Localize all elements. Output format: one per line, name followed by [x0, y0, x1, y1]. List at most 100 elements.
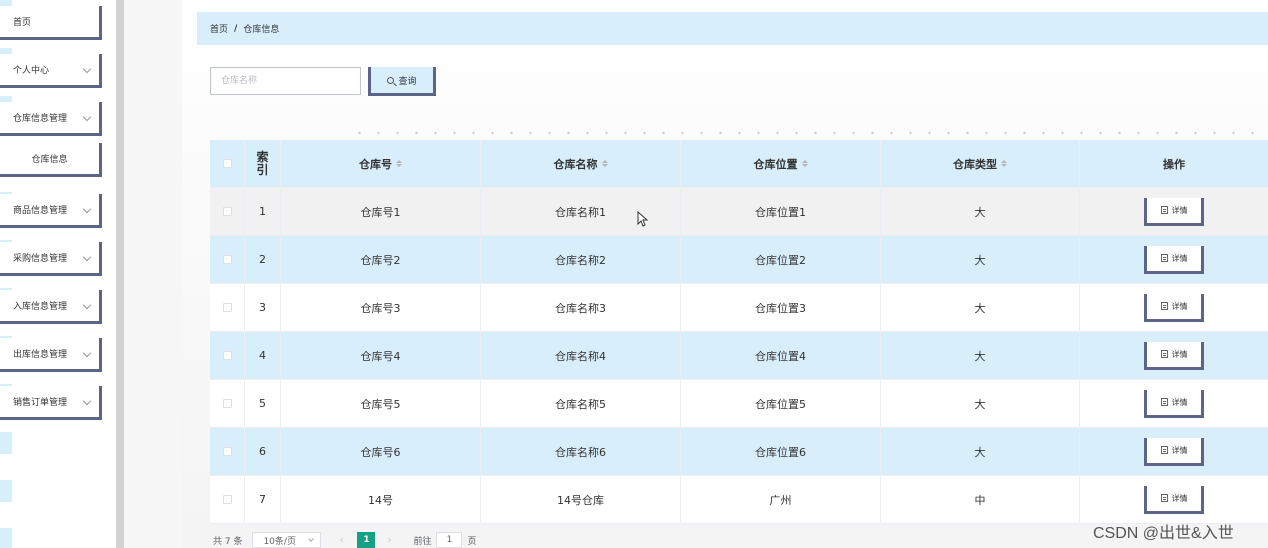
detail-button[interactable]: 详情 — [1144, 389, 1204, 418]
index-cell: 6 — [245, 428, 281, 476]
table-row: 2 仓库号2 仓库名称2 仓库位置2 大 详情 — [210, 236, 1268, 284]
actions-cell: 详情 — [1080, 428, 1268, 476]
index-cell: 2 — [245, 236, 281, 284]
sidebar-item-sales-order-management[interactable]: 销售订单管理 — [0, 386, 102, 420]
detail-button-label: 详情 — [1171, 253, 1188, 263]
row-checkbox[interactable] — [222, 495, 232, 504]
sort-icon[interactable] — [1001, 160, 1007, 167]
detail-button[interactable]: 详情 — [1144, 293, 1204, 322]
prev-page-button[interactable]: ‹ — [331, 532, 351, 548]
table-row: 4 仓库号4 仓库名称4 仓库位置4 大 详情 — [210, 332, 1268, 380]
mouse-cursor-icon — [637, 211, 649, 227]
warehouse-type-cell: 大 — [881, 284, 1080, 332]
actions-cell: 详情 — [1080, 236, 1268, 284]
column-header-label: 仓库类型 — [953, 157, 997, 171]
warehouse-name-cell: 仓库名称4 — [481, 332, 681, 380]
document-icon — [1160, 302, 1168, 310]
index-cell: 7 — [245, 476, 281, 524]
sidebar-item-goods-management[interactable]: 商品信息管理 — [0, 194, 102, 228]
sidebar-item-outbound-management[interactable]: 出库信息管理 — [0, 338, 102, 372]
sidebar-item-label: 销售订单管理 — [13, 398, 68, 408]
sidebar-item-warehouse-info[interactable]: 仓库信息 — [0, 143, 102, 177]
sort-icon[interactable] — [396, 160, 402, 167]
column-header-index: 索引 — [256, 149, 269, 177]
chevron-down-icon — [308, 536, 315, 542]
detail-button-label: 详情 — [1171, 445, 1188, 455]
row-checkbox[interactable] — [222, 207, 232, 216]
warehouse-no-cell: 仓库号1 — [281, 188, 481, 236]
warehouse-location-cell: 仓库位置5 — [681, 380, 881, 428]
document-icon — [1160, 206, 1168, 214]
header-warehouse-type[interactable]: 仓库类型 — [881, 140, 1080, 188]
warehouse-name-cell: 仓库名称5 — [481, 380, 681, 428]
header-warehouse-no[interactable]: 仓库号 — [281, 140, 481, 188]
row-checkbox[interactable] — [222, 447, 232, 456]
chevron-down-icon — [82, 252, 92, 262]
goto-prefix: 前往 — [413, 536, 432, 547]
row-checkbox[interactable] — [222, 255, 232, 264]
sort-icon[interactable] — [601, 160, 608, 167]
detail-button[interactable]: 详情 — [1144, 245, 1204, 274]
sidebar-item-home[interactable]: 首页 — [0, 6, 102, 40]
header-warehouse-name[interactable]: 仓库名称 — [481, 140, 681, 188]
index-cell: 5 — [245, 380, 281, 428]
document-icon — [1160, 494, 1168, 502]
row-checkbox[interactable] — [222, 399, 232, 408]
warehouse-name-cell: 14号仓库 — [481, 476, 681, 524]
sort-icon[interactable] — [801, 160, 808, 167]
detail-button[interactable]: 详情 — [1144, 437, 1204, 466]
detail-button[interactable]: 详情 — [1144, 341, 1204, 370]
column-header-label: 操作 — [1163, 157, 1185, 171]
actions-cell: 详情 — [1080, 332, 1268, 380]
chevron-down-icon — [82, 348, 92, 358]
pagination-total: 共 7 条 — [213, 536, 243, 547]
sidebar-item-label: 个人中心 — [13, 66, 50, 76]
actions-cell: 详情 — [1080, 476, 1268, 524]
warehouse-type-cell: 大 — [881, 380, 1080, 428]
detail-button-label: 详情 — [1171, 301, 1188, 311]
warehouse-location-cell: 仓库位置6 — [681, 428, 881, 476]
row-select-cell — [210, 380, 245, 428]
document-icon — [1160, 446, 1168, 454]
document-icon — [1160, 398, 1168, 406]
search-input[interactable] — [210, 67, 361, 95]
detail-button[interactable]: 详情 — [1144, 485, 1204, 514]
sidebar-item-purchase-management[interactable]: 采购信息管理 — [0, 242, 102, 276]
header-warehouse-location[interactable]: 仓库位置 — [681, 140, 881, 188]
breadcrumb-separator: / — [234, 23, 238, 34]
warehouse-location-cell: 广州 — [681, 476, 881, 524]
row-select-cell — [210, 476, 245, 524]
sidebar-item-personal-center[interactable]: 个人中心 — [0, 54, 102, 88]
column-header-label: 仓库号 — [359, 157, 392, 171]
sidebar-item-inbound-management[interactable]: 入库信息管理 — [0, 290, 102, 324]
page-size-select[interactable]: 10条/页 — [252, 532, 322, 548]
warehouse-name-cell: 仓库名称2 — [481, 236, 681, 284]
detail-button[interactable]: 详情 — [1144, 197, 1204, 226]
breadcrumb-home[interactable]: 首页 — [210, 22, 228, 35]
index-cell: 4 — [245, 332, 281, 380]
sidebar-item-label: 商品信息管理 — [13, 206, 68, 216]
watermark: CSDN @出世&入世 — [1093, 525, 1234, 542]
warehouse-name-cell: 仓库名称6 — [481, 428, 681, 476]
sidebar-item-label: 仓库信息 — [31, 155, 68, 165]
sidebar-item-label: 首页 — [13, 18, 32, 28]
warehouse-no-cell: 仓库号2 — [281, 236, 481, 284]
warehouse-no-cell: 14号 — [281, 476, 481, 524]
row-checkbox[interactable] — [222, 351, 232, 360]
table-row: 7 14号 14号仓库 广州 中 详情 — [210, 476, 1268, 524]
sidebar-item-warehouse-management[interactable]: 仓库信息管理 — [0, 102, 102, 136]
warehouse-type-cell: 大 — [881, 188, 1080, 236]
warehouse-no-cell: 仓库号5 — [281, 380, 481, 428]
warehouse-name-cell: 仓库名称1 — [481, 188, 681, 236]
row-checkbox[interactable] — [222, 303, 232, 312]
select-all-checkbox[interactable] — [222, 159, 232, 168]
row-select-cell — [210, 428, 245, 476]
page-number-current[interactable]: 1 — [357, 532, 376, 548]
warehouse-name-cell: 仓库名称3 — [481, 284, 681, 332]
warehouse-type-cell: 大 — [881, 428, 1080, 476]
next-page-button[interactable]: › — [379, 532, 399, 548]
goto-page-input[interactable]: 1 — [436, 532, 463, 548]
search-button[interactable]: 查询 — [368, 67, 436, 96]
actions-cell: 详情 — [1080, 188, 1268, 236]
sidebar-item-label: 出库信息管理 — [13, 350, 68, 360]
